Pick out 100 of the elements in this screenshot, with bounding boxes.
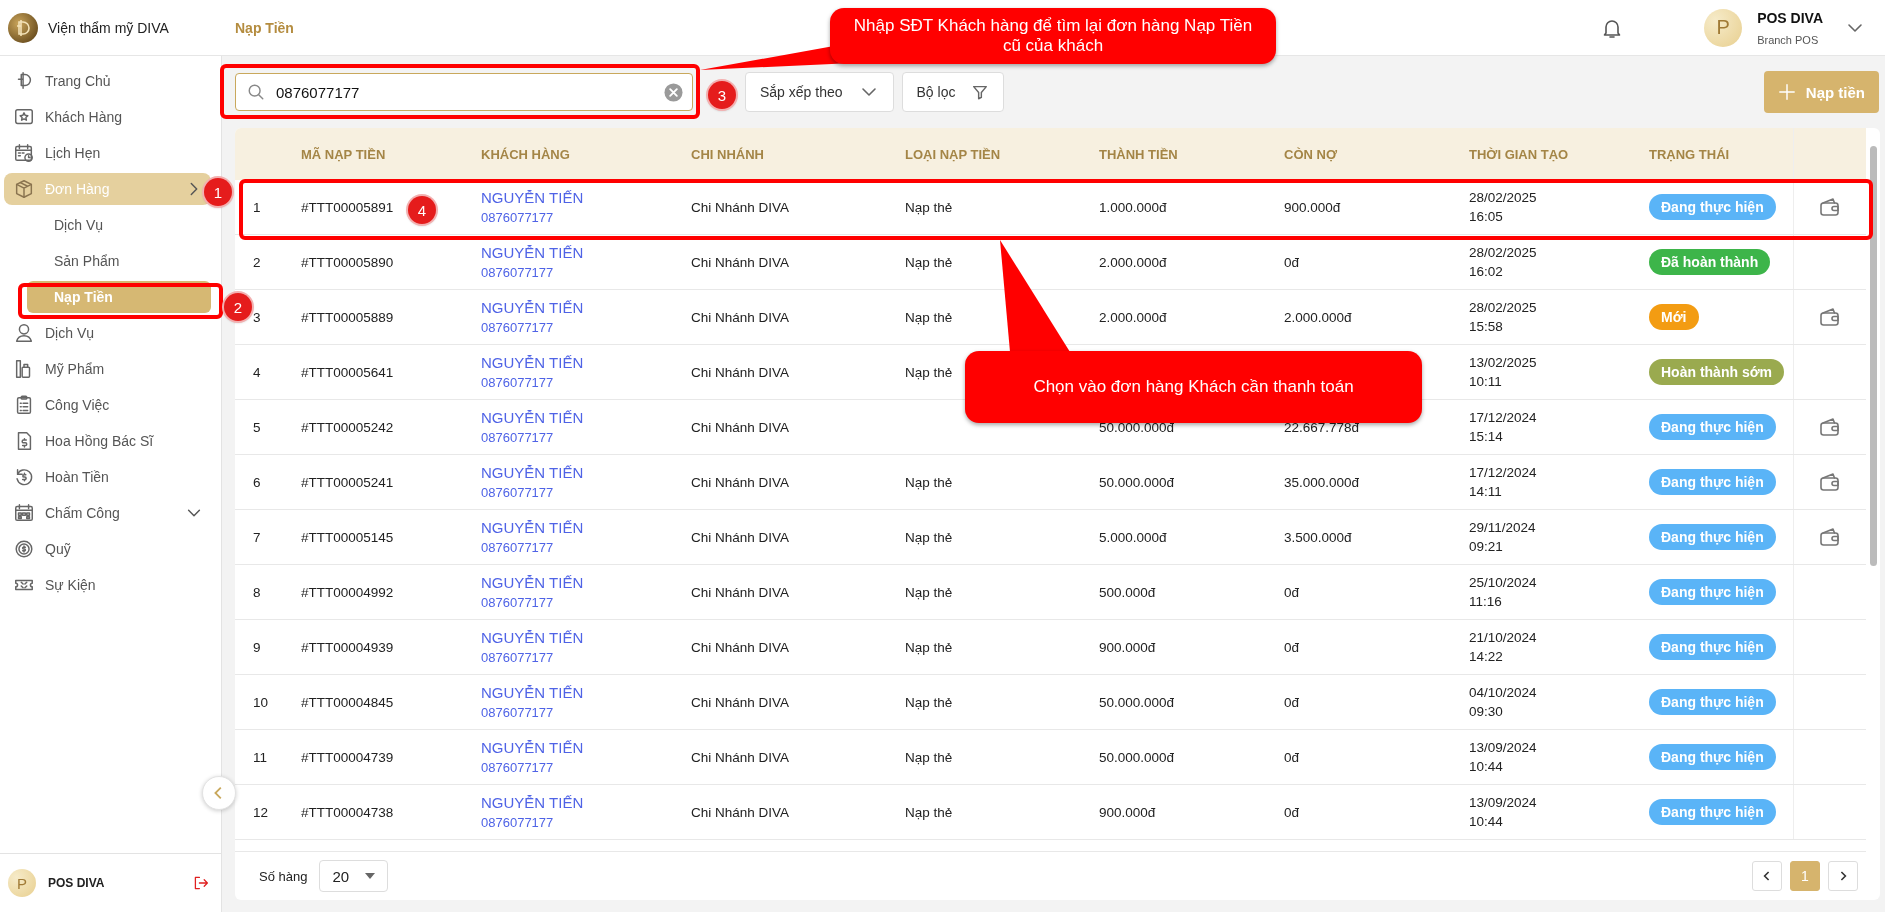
- customer-link[interactable]: NGUYỄN TIẾN: [481, 354, 584, 371]
- phone-link[interactable]: 0876077177: [481, 705, 554, 720]
- table-cell: Chi Nhánh DIVA: [691, 364, 790, 380]
- logout-icon[interactable]: [193, 875, 209, 891]
- sort-button[interactable]: Sắp xếp theo: [745, 72, 894, 112]
- table-cell: 1.000.000đ: [1099, 199, 1167, 215]
- customer-link[interactable]: NGUYỄN TIẾN: [481, 629, 584, 646]
- clear-icon[interactable]: [664, 82, 683, 102]
- table-cell: Nạp thẻ: [905, 364, 953, 380]
- table-cell: 13/09/2024: [1469, 740, 1537, 755]
- table-cell: 4: [253, 364, 261, 380]
- table-cell: 15:58: [1469, 319, 1503, 334]
- table-cell: 2.000.000đ: [1099, 254, 1167, 270]
- nav-item[interactable]: Sự Kiện: [4, 569, 211, 601]
- table-cell: Nạp thẻ: [905, 199, 953, 215]
- wallet-icon[interactable]: [1818, 305, 1842, 329]
- customer-link[interactable]: NGUYỄN TIẾN: [481, 574, 584, 591]
- customer-link[interactable]: NGUYỄN TIẾN: [481, 684, 584, 701]
- phone-link[interactable]: 0876077177: [481, 760, 554, 775]
- nav-item[interactable]: Công Việc: [4, 389, 211, 421]
- column-header: CHI NHÁNH: [691, 145, 765, 164]
- nav-item[interactable]: Dịch Vụ: [4, 317, 211, 349]
- customer-link[interactable]: NGUYỄN TIẾN: [481, 464, 584, 481]
- nav-item[interactable]: Mỹ Phẩm: [4, 353, 211, 385]
- phone-link[interactable]: 0876077177: [481, 485, 554, 500]
- filter-button[interactable]: Bộ lọc: [901, 72, 1005, 112]
- table-cell: 28/02/2025: [1469, 245, 1537, 260]
- table-cell: 35.000.000đ: [1284, 474, 1360, 490]
- table-cell: 500.000đ: [1099, 584, 1156, 600]
- table-cell: 10: [253, 694, 269, 710]
- box-icon: [13, 178, 35, 200]
- table-cell: 09:21: [1469, 539, 1503, 554]
- phone-link[interactable]: 0876077177: [481, 375, 554, 390]
- nav-item[interactable]: Hoa Hồng Bác Sĩ: [4, 425, 211, 457]
- avatar: P: [1704, 8, 1743, 47]
- wallet-icon[interactable]: [1818, 525, 1842, 549]
- table-cell: Nạp thẻ: [905, 584, 953, 600]
- phone-link[interactable]: 0876077177: [481, 595, 554, 610]
- nav-item[interactable]: Lịch Hẹn: [4, 137, 211, 169]
- search-field[interactable]: 0876077177: [235, 73, 693, 111]
- table-cell: 3: [253, 309, 261, 325]
- nav-item[interactable]: Trang Chủ: [4, 65, 211, 97]
- nav-subitem[interactable]: Dịch Vụ: [4, 209, 211, 241]
- phone-link[interactable]: 0876077177: [481, 650, 554, 665]
- step-badge: 2: [224, 293, 252, 321]
- user-role: Branch POS: [1757, 33, 1820, 46]
- user-name: POS DIVA: [48, 876, 106, 890]
- phone-link[interactable]: 0876077177: [481, 320, 554, 335]
- phone-link[interactable]: 0876077177: [481, 430, 554, 445]
- table-cell: Nạp thẻ: [905, 804, 953, 820]
- table-cell: 0đ: [1284, 694, 1300, 710]
- table-cell: 28/02/2025: [1469, 300, 1537, 315]
- table-cell: Nạp thẻ: [905, 749, 953, 765]
- customer-link[interactable]: NGUYỄN TIẾN: [481, 794, 584, 811]
- table-cell: Chi Nhánh DIVA: [691, 419, 790, 435]
- customer-link[interactable]: NGUYỄN TIẾN: [481, 244, 584, 261]
- nav-subitem[interactable]: Sản Phẩm: [4, 245, 211, 277]
- table-cell: 900.000đ: [1099, 639, 1156, 655]
- rows-per-page-select[interactable]: 20: [319, 860, 389, 892]
- refund-icon: [13, 466, 35, 488]
- phone-link[interactable]: 0876077177: [481, 815, 554, 830]
- phone-link[interactable]: 0876077177: [481, 265, 554, 280]
- wallet-icon[interactable]: [1818, 470, 1842, 494]
- table-cell: Chi Nhánh DIVA: [691, 254, 790, 270]
- customer-link[interactable]: NGUYỄN TIẾN: [481, 189, 584, 206]
- table-cell: Chi Nhánh DIVA: [691, 309, 790, 325]
- wallet-icon[interactable]: [1818, 195, 1842, 219]
- table-cell: Nạp thẻ: [905, 694, 953, 710]
- table-cell: 04/10/2024: [1469, 685, 1537, 700]
- rows-per-page-label: Số hàng: [259, 868, 308, 884]
- user-name: POS DIVA: [1757, 9, 1823, 26]
- phone-link[interactable]: 0876077177: [481, 540, 554, 555]
- status-badge: Đang thực hiện: [1649, 524, 1776, 550]
- caret-icon: [365, 873, 376, 879]
- status-badge: Đang thực hiện: [1649, 579, 1776, 605]
- table-cell: 14:22: [1469, 649, 1503, 664]
- table-cell: 10:44: [1469, 759, 1503, 774]
- table-cell: 21/10/2024: [1469, 630, 1537, 645]
- table-cell: 15:14: [1469, 429, 1503, 444]
- customer-link[interactable]: NGUYỄN TIẾN: [481, 739, 584, 756]
- status-badge: Đang thực hiện: [1649, 744, 1776, 770]
- customer-link[interactable]: NGUYỄN TIẾN: [481, 299, 584, 316]
- table-cell: 3.500.000đ: [1284, 529, 1352, 545]
- table-cell: 14:11: [1469, 484, 1502, 499]
- table-cell: 900.000đ: [1099, 804, 1156, 820]
- nav-item[interactable]: Chấm Công: [4, 497, 211, 529]
- table-cell: 10:11: [1469, 374, 1502, 389]
- person-icon: [13, 322, 35, 344]
- customer-link[interactable]: NGUYỄN TIẾN: [481, 409, 584, 426]
- status-badge: Đã hoàn thành: [1649, 249, 1771, 275]
- nav-item[interactable]: Hoàn Tiền: [4, 461, 211, 493]
- nav-item[interactable]: Quỹ: [4, 533, 211, 565]
- page-title: Nạp Tiền: [235, 19, 294, 36]
- phone-link[interactable]: 0876077177: [481, 210, 554, 225]
- table-cell: Nạp thẻ: [905, 639, 953, 655]
- wallet-icon[interactable]: [1818, 415, 1842, 439]
- customer-link[interactable]: NGUYỄN TIẾN: [481, 519, 584, 536]
- table-cell: #TTT00005890: [301, 254, 394, 270]
- table-cell: 1: [253, 199, 261, 215]
- nav-item[interactable]: Khách Hàng: [4, 101, 211, 133]
